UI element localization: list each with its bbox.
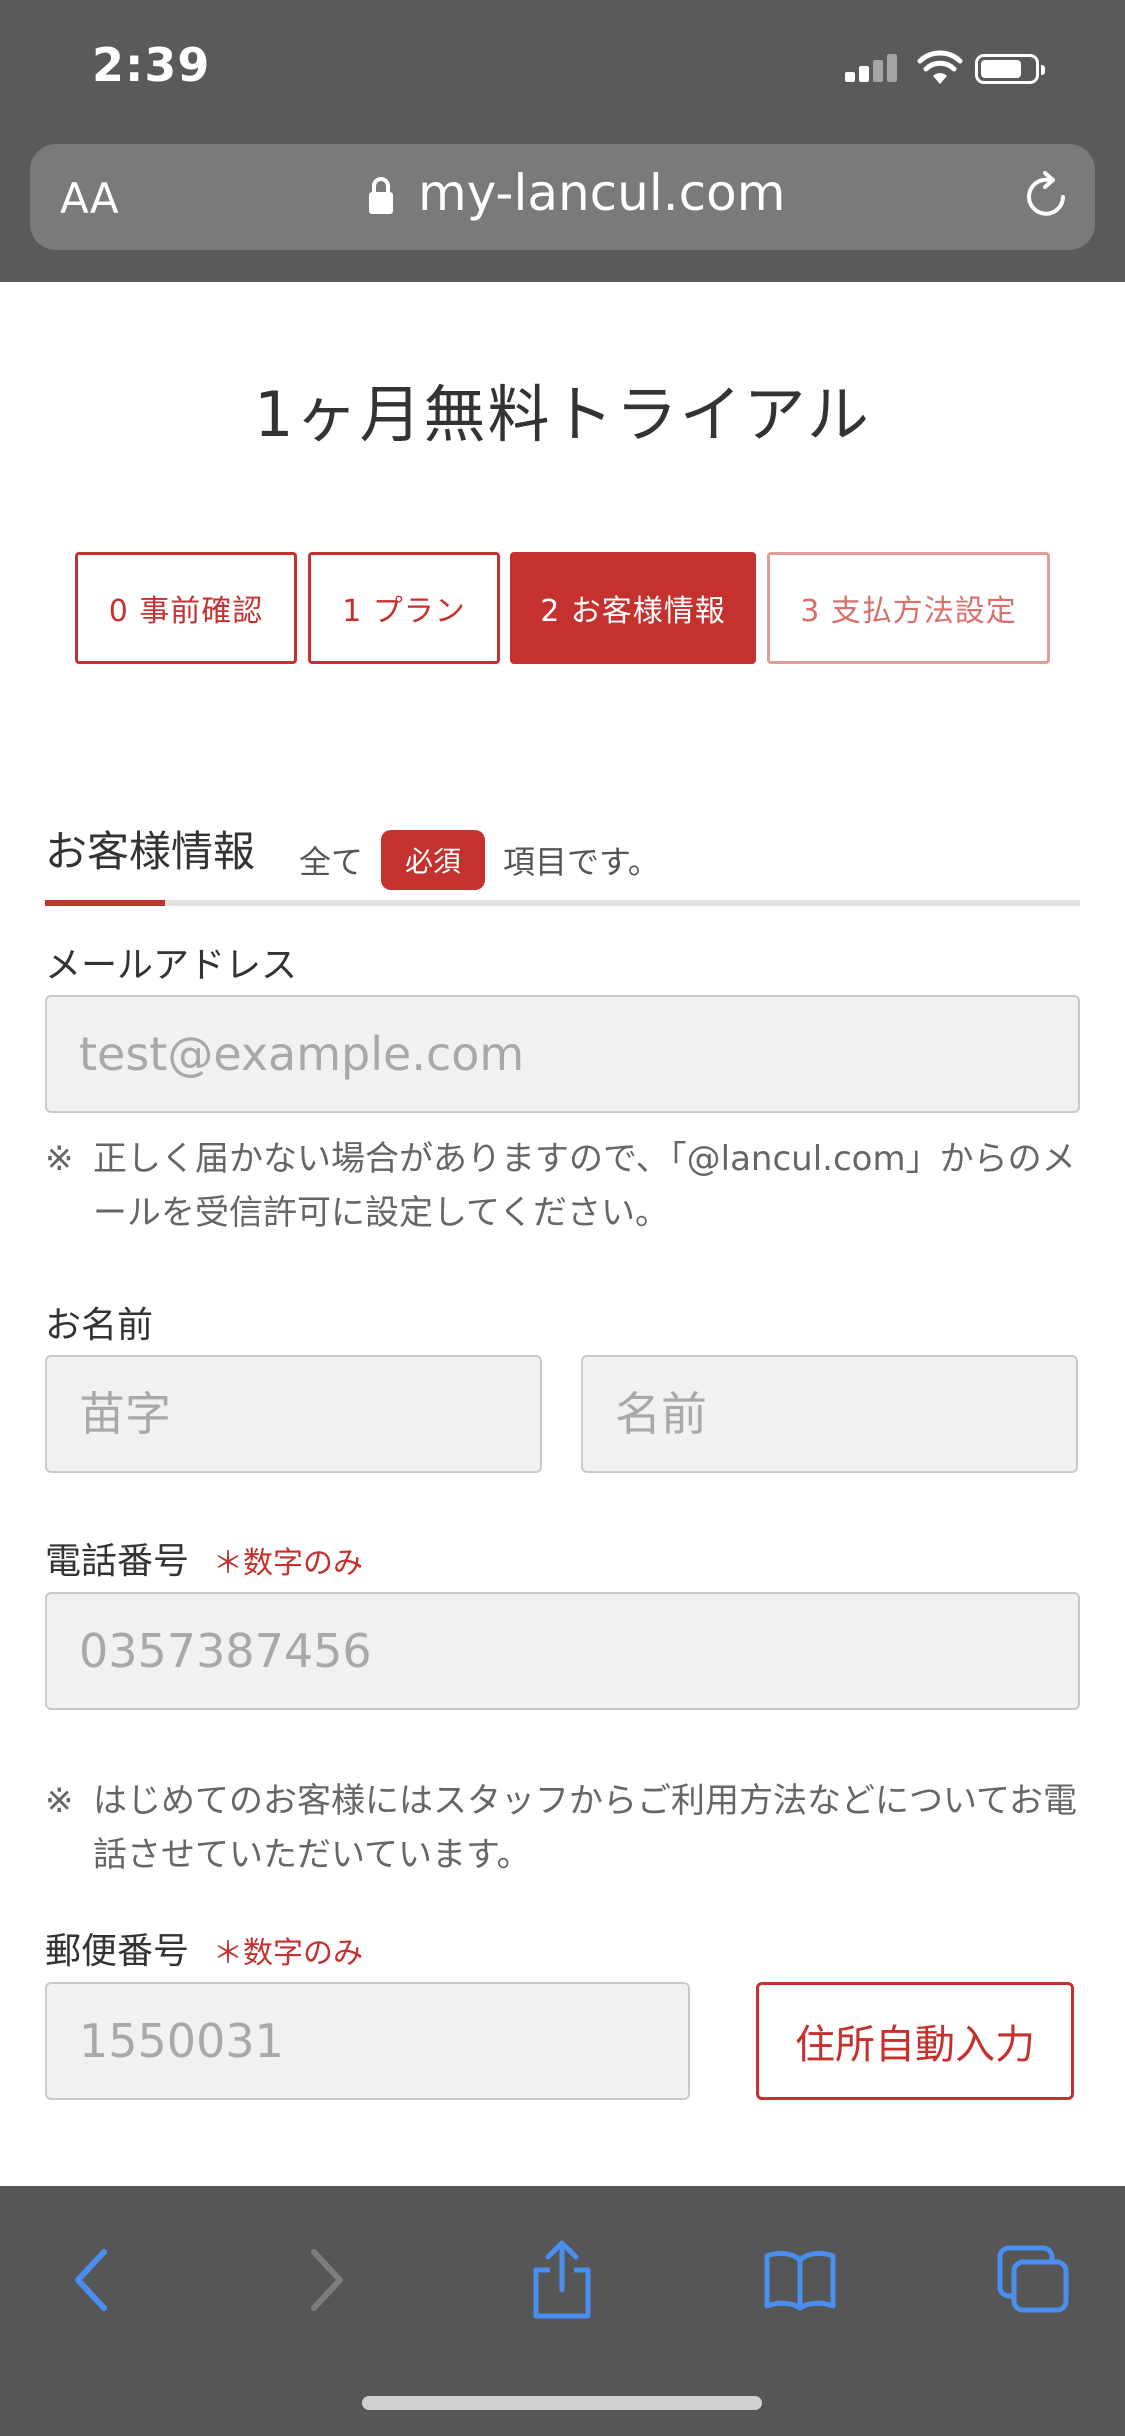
section-note-before: 全て <box>299 843 364 881</box>
email-field[interactable] <box>45 995 1080 1113</box>
share-button[interactable] <box>512 2230 612 2330</box>
share-icon <box>533 2240 591 2319</box>
address-bar[interactable]: AA my-lancul.com <box>30 144 1095 250</box>
last-name-field[interactable] <box>45 1355 542 1473</box>
phone-note: ※ はじめてのお客様にはスタッフからご利用方法などについてお電話させていただいて… <box>45 1774 1085 1882</box>
forward-button[interactable] <box>276 2230 376 2330</box>
section-note-after: 項目です。 <box>503 843 660 881</box>
section-title: お客様情報 <box>45 827 256 876</box>
step-plan[interactable]: 1 プラン <box>308 552 500 664</box>
reload-icon[interactable] <box>1019 170 1073 224</box>
home-indicator <box>362 2396 762 2410</box>
phone-field[interactable] <box>45 1592 1080 1710</box>
phone-hint: ＊数字のみ <box>213 1546 364 1581</box>
forward-icon <box>311 2249 343 2311</box>
status-icons <box>845 50 1085 90</box>
back-icon <box>75 2249 107 2311</box>
page-title: 1ヶ月無料トライアル <box>254 378 871 451</box>
section-header: お客様情報 全て 必須 項目です。 <box>45 818 1080 908</box>
postal-hint: ＊数字のみ <box>213 1936 364 1971</box>
phone-note-text: はじめてのお客様にはスタッフからご利用方法などについてお電話させていただいていま… <box>93 1781 1077 1875</box>
section-note: 全て 必須 項目です。 <box>299 830 660 890</box>
text-size-button[interactable]: AA <box>60 174 119 223</box>
tabs-button[interactable] <box>984 2230 1084 2330</box>
first-name-field[interactable] <box>581 1355 1078 1473</box>
tabs-icon <box>997 2245 1069 2313</box>
step-precheck[interactable]: 0 事前確認 <box>75 552 297 664</box>
browser-chrome: 2:39 AA my-lancul.com <box>0 0 1125 282</box>
lock-icon <box>369 177 393 214</box>
url-text[interactable]: my-lancul.com <box>418 164 785 222</box>
email-note: ※ 正しく届かない場合がありますので、「@lancul.com」からのメールを受… <box>45 1132 1085 1240</box>
phone-label: 電話番号 ＊数字のみ <box>45 1532 363 1584</box>
required-badge: 必須 <box>381 830 486 890</box>
email-label: メールアドレス <box>45 945 298 986</box>
cellular-signal-icon <box>845 50 905 90</box>
step-payment: 3 支払方法設定 <box>767 552 1050 664</box>
step-customer-info[interactable]: 2 お客様情報 <box>510 552 756 664</box>
section-divider <box>45 900 1080 906</box>
bookmarks-button[interactable] <box>750 2230 850 2330</box>
wifi-icon <box>917 50 963 84</box>
status-time: 2:39 <box>92 38 211 92</box>
email-note-text: 正しく届かない場合がありますので、「@lancul.com」からのメールを受信許… <box>93 1139 1076 1233</box>
name-label: お名前 <box>45 1305 154 1346</box>
postal-label: 郵便番号 ＊数字のみ <box>45 1922 363 1974</box>
bookmarks-icon <box>764 2250 836 2311</box>
postal-label-text: 郵便番号 <box>45 1931 190 1972</box>
address-autofill-button[interactable]: 住所自動入力 <box>756 1982 1074 2100</box>
note-mark: ※ <box>45 1139 74 1179</box>
note-mark: ※ <box>45 1781 74 1821</box>
postal-code-field[interactable] <box>45 1982 690 2100</box>
phone-label-text: 電話番号 <box>45 1541 190 1582</box>
back-button[interactable] <box>42 2230 142 2330</box>
step-indicator: 0 事前確認 1 プラン 2 お客様情報 3 支払方法設定 <box>75 552 1050 664</box>
battery-icon <box>975 54 1045 84</box>
